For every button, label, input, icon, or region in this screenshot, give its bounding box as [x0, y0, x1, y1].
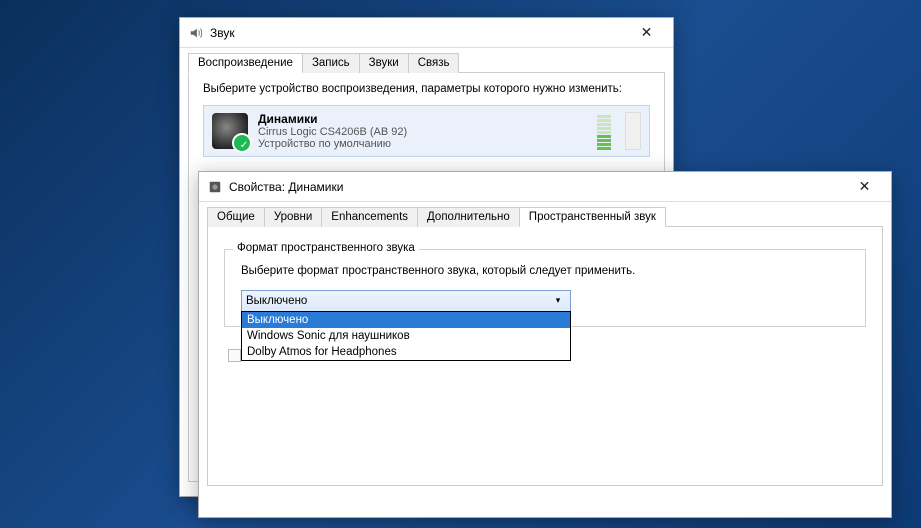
tab-levels[interactable]: Уровни — [264, 207, 322, 227]
tab-enhancements[interactable]: Enhancements — [321, 207, 418, 227]
scrollbar[interactable] — [625, 112, 641, 150]
device-name: Динамики — [258, 112, 581, 126]
speaker-device-icon: ✓ — [212, 113, 248, 149]
tab-sounds[interactable]: Звуки — [359, 53, 409, 73]
tab-general[interactable]: Общие — [207, 207, 265, 227]
tab-recording[interactable]: Запись — [302, 53, 360, 73]
props-title: Свойства: Динамики — [229, 180, 842, 194]
props-tabs: Общие Уровни Enhancements Дополнительно … — [199, 202, 891, 226]
device-status: Устройство по умолчанию — [258, 138, 581, 150]
tab-advanced[interactable]: Дополнительно — [417, 207, 520, 227]
spatial-format-combo[interactable]: Выключено ▾ Выключено Windows Sonic для … — [241, 290, 571, 312]
dropdown-option-sonic[interactable]: Windows Sonic для наушников — [242, 328, 570, 344]
sound-titlebar[interactable]: Звук ✕ — [180, 18, 673, 48]
combo-selected: Выключено — [246, 295, 550, 307]
group-title: Формат пространственного звука — [233, 242, 419, 254]
chevron-down-icon: ▾ — [550, 291, 566, 311]
vu-meter — [597, 112, 611, 150]
tab-spatial-sound[interactable]: Пространственный звук — [519, 207, 666, 227]
device-text: Динамики Cirrus Logic CS4206B (AB 92) Ус… — [258, 112, 581, 150]
close-button[interactable]: ✕ — [842, 173, 887, 201]
props-titlebar[interactable]: Свойства: Динамики ✕ — [199, 172, 891, 202]
properties-window: Свойства: Динамики ✕ Общие Уровни Enhanc… — [198, 171, 892, 518]
close-button[interactable]: ✕ — [624, 19, 669, 47]
check-icon: ✓ — [239, 140, 249, 150]
spatial-format-dropdown: Выключено Windows Sonic для наушников Do… — [241, 311, 571, 361]
dropdown-option-off[interactable]: Выключено — [242, 312, 570, 328]
speaker-icon — [188, 25, 204, 41]
sound-tabs: Воспроизведение Запись Звуки Связь — [180, 48, 673, 72]
group-instructions: Выберите формат пространственного звука,… — [241, 264, 853, 280]
virtual-surround-checkbox[interactable] — [228, 349, 241, 362]
tab-playback[interactable]: Воспроизведение — [188, 53, 303, 73]
tab-communications[interactable]: Связь — [408, 53, 460, 73]
sound-title: Звук — [210, 26, 624, 40]
device-item[interactable]: ✓ Динамики Cirrus Logic CS4206B (AB 92) … — [203, 105, 650, 157]
playback-instructions: Выберите устройство воспроизведения, пар… — [203, 83, 650, 95]
speaker-icon — [207, 179, 223, 195]
dropdown-option-dolby[interactable]: Dolby Atmos for Headphones — [242, 344, 570, 360]
props-panel: Формат пространственного звука Выберите … — [207, 226, 883, 486]
spatial-format-group: Формат пространственного звука Выберите … — [224, 249, 866, 327]
device-driver: Cirrus Logic CS4206B (AB 92) — [258, 126, 581, 138]
